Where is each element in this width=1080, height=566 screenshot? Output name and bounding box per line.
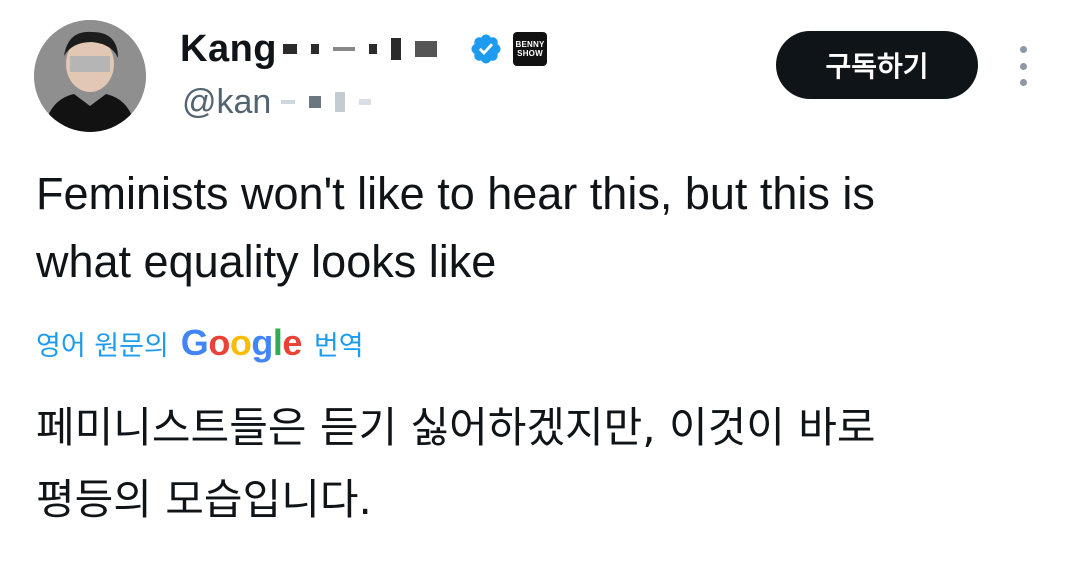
subscribe-button[interactable]: 구독하기 (776, 31, 978, 99)
affiliate-badge-line-2: SHOW (517, 49, 543, 58)
user-handle[interactable]: @kan (182, 83, 271, 122)
affiliate-badge-line-1: BENNY (515, 40, 545, 49)
translated-text-line: 평등의 모습입니다. (36, 475, 372, 524)
affiliate-badge[interactable]: BENNY SHOW (513, 32, 547, 66)
translation-suffix[interactable]: 번역 (314, 324, 364, 363)
handle-redaction (281, 92, 385, 112)
verified-badge-icon (471, 34, 501, 64)
handle-row: @kan (182, 82, 385, 122)
tweet-text-line: Feminists won't like to hear this, but t… (36, 168, 875, 219)
translated-text: 페미니스트들은 듣기 싫어하겠지만, 이것이 바로 평등의 모습입니다. (36, 392, 1046, 536)
translation-label[interactable]: 영어 원문의 (36, 324, 169, 363)
translation-attribution[interactable]: 영어 원문의 Google 번역 (36, 320, 364, 366)
more-vertical-icon[interactable] (1008, 46, 1038, 86)
google-logo: Google (180, 322, 303, 363)
tweet-text: Feminists won't like to hear this, but t… (36, 160, 1046, 296)
avatar[interactable] (34, 20, 146, 132)
display-name[interactable]: Kang (180, 28, 277, 71)
name-row: Kang BENNY SHOW (180, 24, 547, 74)
tweet-card: Kang BENNY SHOW @kan 구독하기 Feminists won'… (0, 0, 1080, 566)
name-redaction (283, 38, 451, 60)
avatar-image (34, 20, 146, 132)
translated-text-line: 페미니스트들은 듣기 싫어하겠지만, 이것이 바로 (36, 403, 876, 452)
tweet-text-line: what equality looks like (36, 236, 497, 287)
